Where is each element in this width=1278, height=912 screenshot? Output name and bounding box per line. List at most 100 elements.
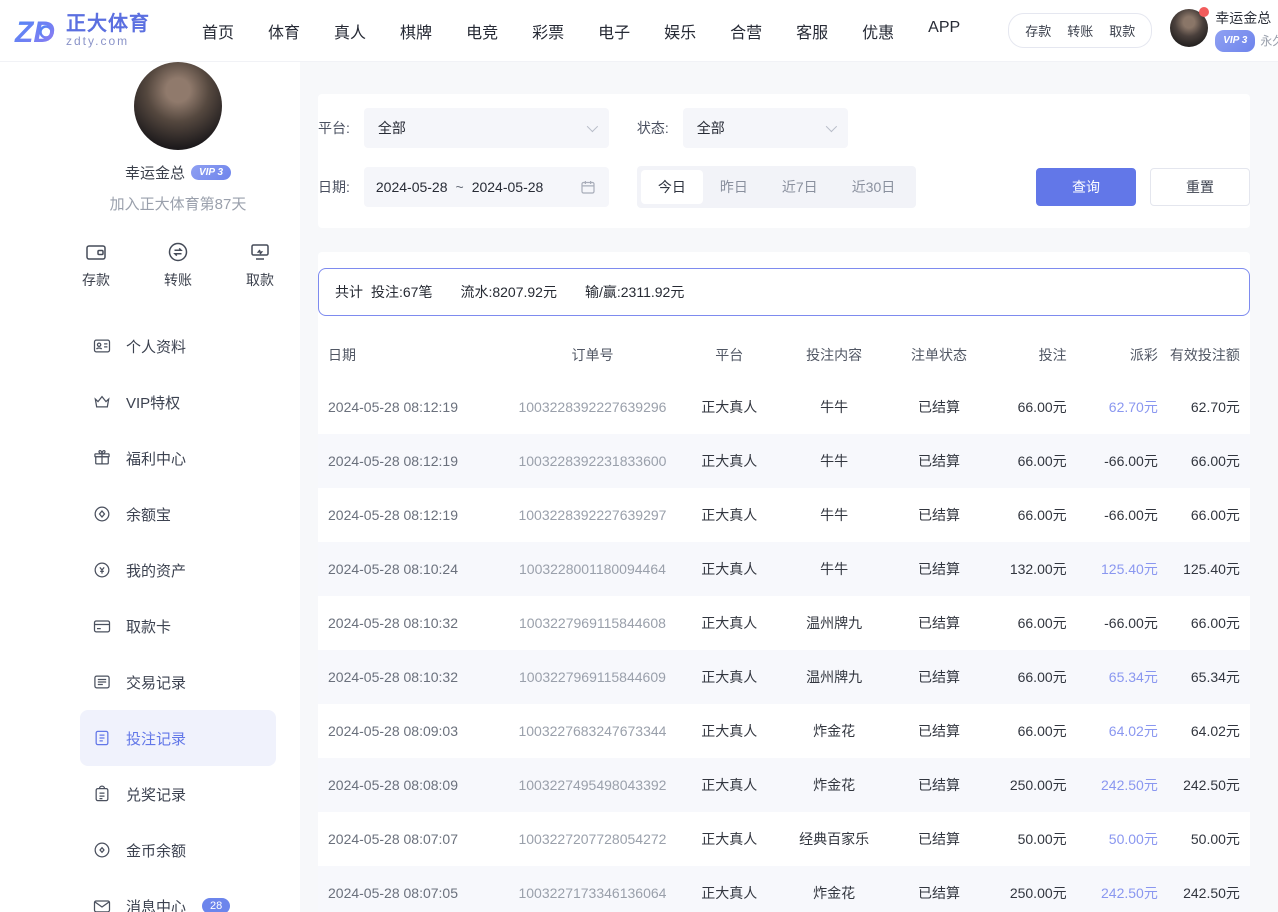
- sidebar-item-message-center[interactable]: 消息中心 28: [80, 878, 276, 912]
- cell-valid-amount: 66.00元: [1158, 505, 1240, 525]
- table-body: 2024-05-28 08:12:19 1003228392227639296 …: [318, 380, 1250, 912]
- nav-item-customer-service[interactable]: 客服: [796, 19, 828, 43]
- svg-text:ZD: ZD: [14, 16, 55, 49]
- range-7days-button[interactable]: 近7日: [765, 170, 835, 204]
- cell-date: 2024-05-28 08:12:19: [328, 507, 501, 523]
- cell-status: 已结算: [893, 721, 984, 741]
- cell-bet-amount: 66.00元: [985, 667, 1067, 687]
- cell-order-no: 1003228392227639296: [501, 399, 683, 415]
- cell-date: 2024-05-28 08:12:19: [328, 453, 501, 469]
- payout-cell: -66.00元: [1067, 451, 1158, 471]
- cell-bet-content: 温州牌九: [775, 613, 894, 633]
- sidebar-item-transaction-records[interactable]: 交易记录: [80, 654, 276, 710]
- records-panel: 共计 投注:67笔 流水:8207.92元 输/赢:2311.92元 日期 订单…: [318, 252, 1250, 912]
- sidebar-item-redeem-records[interactable]: 兑奖记录: [80, 766, 276, 822]
- withdraw-action[interactable]: 取款: [246, 240, 274, 290]
- date-range-input[interactable]: 2024-05-28 ~ 2024-05-28: [364, 167, 609, 207]
- profile-quick-actions: 存款 转账: [80, 240, 276, 290]
- cell-platform: 正大真人: [684, 505, 775, 525]
- payout-cell: -66.00元: [1067, 613, 1158, 633]
- assets-icon: [92, 560, 112, 580]
- bet-records-icon: [92, 728, 112, 748]
- table-row: 2024-05-28 08:07:05 1003227173346136064 …: [318, 866, 1250, 912]
- cell-bet-content: 牛牛: [775, 397, 894, 417]
- profile-name: 幸运金总: [125, 162, 185, 183]
- crown-icon: [92, 392, 112, 412]
- table-header: 日期 订单号 平台 投注内容 注单状态 投注 派彩 有效投注额: [318, 330, 1250, 380]
- cell-bet-content: 牛牛: [775, 451, 894, 471]
- range-today-button[interactable]: 今日: [641, 170, 703, 204]
- range-yesterday-button[interactable]: 昨日: [703, 170, 765, 204]
- cell-platform: 正大真人: [684, 775, 775, 795]
- date-from: 2024-05-28: [376, 179, 448, 195]
- sidebar: 幸运金总 VIP 3 加入正大体育第87天 存款: [0, 62, 300, 912]
- cell-valid-amount: 242.50元: [1158, 775, 1240, 795]
- nav-item-app[interactable]: APP: [928, 19, 960, 43]
- reset-button[interactable]: 重置: [1150, 168, 1250, 206]
- payout-cell: 62.70元: [1067, 397, 1158, 417]
- deposit-action[interactable]: 存款: [82, 240, 110, 290]
- table-row: 2024-05-28 08:10:24 1003228001180094464 …: [318, 542, 1250, 596]
- cell-status: 已结算: [893, 505, 984, 525]
- user-box[interactable]: 幸运金总 总资 VIP 3 永久域名: zdty.c: [1170, 9, 1278, 52]
- sidebar-item-welfare-center[interactable]: 福利中心: [80, 430, 276, 486]
- sidebar-item-coin-balance[interactable]: 金币余额: [80, 822, 276, 878]
- nav-item-esports[interactable]: 电竞: [466, 19, 498, 43]
- cell-status: 已结算: [893, 667, 984, 687]
- cell-platform: 正大真人: [684, 883, 775, 903]
- main-content: 平台: 全部 状态: 全部 日期: 2024-05-28: [300, 62, 1278, 912]
- platform-select[interactable]: 全部: [364, 108, 609, 148]
- payout-cell: 50.00元: [1067, 829, 1158, 849]
- filter-panel: 平台: 全部 状态: 全部 日期: 2024-05-28: [318, 94, 1250, 228]
- sidebar-item-yuebao[interactable]: 余额宝: [80, 486, 276, 542]
- nav-item-promotions[interactable]: 优惠: [862, 19, 894, 43]
- sidebar-item-profile[interactable]: 个人资料: [80, 318, 276, 374]
- sidebar-item-my-assets[interactable]: 我的资产: [80, 542, 276, 598]
- brand-name: 正大体育: [66, 13, 150, 35]
- cell-date: 2024-05-28 08:10:32: [328, 615, 501, 631]
- table-row: 2024-05-28 08:12:19 1003228392231833600 …: [318, 434, 1250, 488]
- cell-status: 已结算: [893, 397, 984, 417]
- transfer-link[interactable]: 转账: [1067, 21, 1093, 40]
- cell-bet-content: 炸金花: [775, 883, 894, 903]
- coin-icon: [92, 840, 112, 860]
- transfer-action[interactable]: 转账: [164, 240, 192, 290]
- status-select[interactable]: 全部: [683, 108, 848, 148]
- cell-platform: 正大真人: [684, 559, 775, 579]
- cell-valid-amount: 64.02元: [1158, 721, 1240, 741]
- nav-item-chess-cards[interactable]: 棋牌: [400, 19, 432, 43]
- nav-item-home[interactable]: 首页: [202, 19, 234, 43]
- nav-item-entertainment[interactable]: 娱乐: [664, 19, 696, 43]
- summary-bar: 共计 投注:67笔 流水:8207.92元 输/赢:2311.92元: [318, 268, 1250, 316]
- range-30days-button[interactable]: 近30日: [835, 170, 913, 204]
- sidebar-item-vip[interactable]: VIP特权: [80, 374, 276, 430]
- cell-order-no: 1003227969115844608: [501, 615, 683, 631]
- cell-status: 已结算: [893, 775, 984, 795]
- cell-valid-amount: 242.50元: [1158, 883, 1240, 903]
- deposit-link[interactable]: 存款: [1025, 21, 1051, 40]
- cell-platform: 正大真人: [684, 397, 775, 417]
- nav-item-slots[interactable]: 电子: [598, 19, 630, 43]
- cell-date: 2024-05-28 08:07:05: [328, 885, 501, 901]
- sidebar-item-bet-records[interactable]: 投注记录: [80, 710, 276, 766]
- brand-logo[interactable]: ZD 正大体育 zdty.com: [14, 11, 150, 51]
- cell-bet-amount: 132.00元: [985, 559, 1067, 579]
- cell-bet-content: 炸金花: [775, 721, 894, 741]
- user-avatar[interactable]: [1170, 9, 1208, 47]
- query-button[interactable]: 查询: [1036, 168, 1136, 206]
- cell-order-no: 1003227683247673344: [501, 723, 683, 739]
- table-row: 2024-05-28 08:12:19 1003228392227639296 …: [318, 380, 1250, 434]
- summary-turnover: 流水:8207.92元: [460, 282, 557, 302]
- domain-note: 永久域名: zdty.c: [1260, 32, 1278, 50]
- nav-item-lottery[interactable]: 彩票: [532, 19, 564, 43]
- cell-valid-amount: 125.40元: [1158, 559, 1240, 579]
- cell-bet-amount: 66.00元: [985, 613, 1067, 633]
- nav-item-live-casino[interactable]: 真人: [334, 19, 366, 43]
- nav-item-sports[interactable]: 体育: [268, 19, 300, 43]
- table-row: 2024-05-28 08:10:32 1003227969115844609 …: [318, 650, 1250, 704]
- brand-logo-icon: ZD: [14, 11, 60, 51]
- withdraw-link[interactable]: 取款: [1109, 21, 1135, 40]
- cell-date: 2024-05-28 08:08:09: [328, 777, 501, 793]
- nav-item-joint-venture[interactable]: 合营: [730, 19, 762, 43]
- sidebar-item-withdrawal-card[interactable]: 取款卡: [80, 598, 276, 654]
